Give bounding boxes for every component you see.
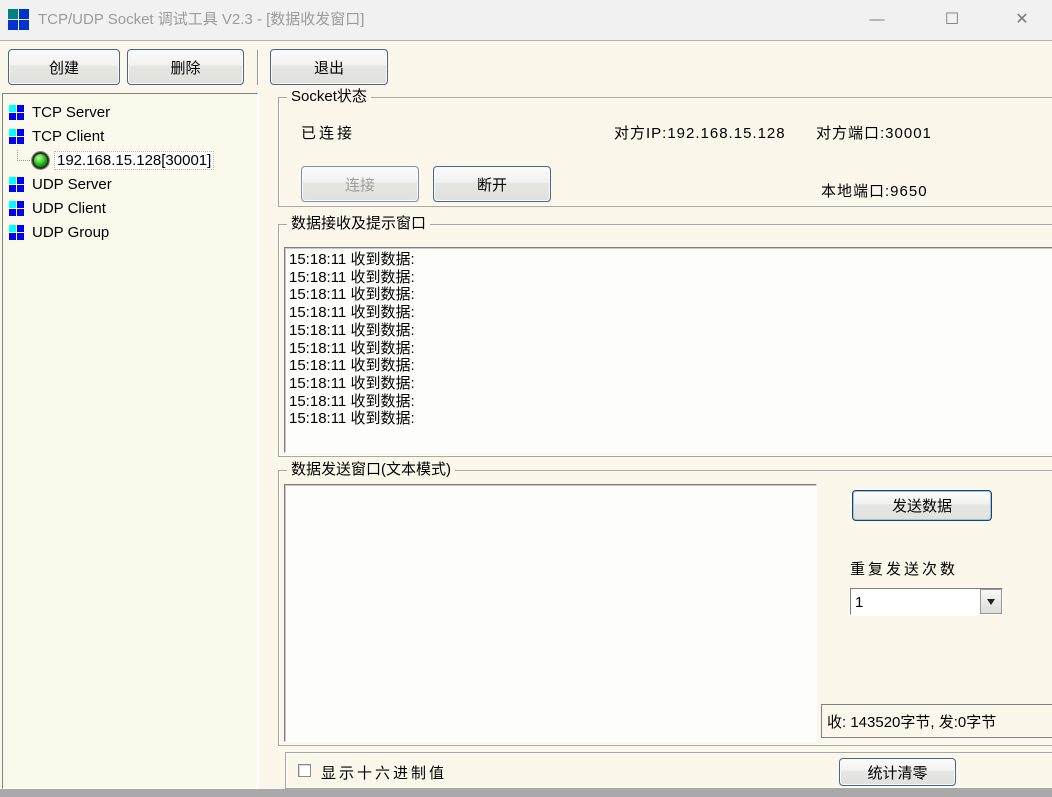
- icon-square: [17, 209, 24, 216]
- send-group-label: 数据发送窗口(文本模式): [287, 461, 455, 479]
- maximize-icon[interactable]: ☐: [929, 0, 975, 40]
- tree-item-label: TCP Server: [30, 104, 112, 121]
- icon-square: [17, 201, 24, 208]
- delete-button[interactable]: 删除: [127, 49, 244, 85]
- socket-status-group: Socket状态 已连接 对方IP:192.168.15.128 对方端口:30…: [278, 97, 1052, 207]
- exit-button[interactable]: 退出: [270, 49, 388, 85]
- close-icon[interactable]: ✕: [999, 0, 1045, 40]
- receive-group: 数据接收及提示窗口 15:18:11 收到数据:15:18:11 收到数据:15…: [278, 224, 1052, 457]
- remote-ip-text: 对方IP:192.168.15.128: [614, 122, 786, 143]
- disconnect-button[interactable]: 断开: [433, 166, 551, 202]
- app-icon-square: [8, 9, 18, 19]
- tree-item-udp-group[interactable]: UDP Group: [3, 221, 111, 243]
- toolbar-separator: [257, 50, 259, 85]
- socket-connected-icon: [32, 152, 49, 169]
- connect-button[interactable]: 连接: [301, 166, 419, 202]
- receive-line[interactable]: 15:18:11 收到数据:: [289, 393, 1052, 411]
- combo-dropdown-button[interactable]: [980, 589, 1002, 614]
- tree-item-label: UDP Server: [30, 176, 114, 193]
- bottom-bar: 显示十六进制值 统计清零: [285, 752, 1052, 789]
- tree-item-udp-server[interactable]: UDP Server: [3, 173, 114, 195]
- socket-status-group-label: Socket状态: [287, 88, 371, 106]
- socket-tree-panel[interactable]: TCP Server TCP Client 192.168.15.128[30001…: [2, 93, 258, 789]
- receive-line[interactable]: 15:18:11 收到数据:: [289, 269, 1052, 287]
- icon-square: [9, 129, 16, 136]
- receive-line[interactable]: 15:18:11 收到数据:: [289, 322, 1052, 340]
- icon-square: [9, 137, 16, 144]
- icon-square: [9, 209, 16, 216]
- icon-square: [9, 177, 16, 184]
- receive-listbox[interactable]: 15:18:11 收到数据:15:18:11 收到数据:15:18:11 收到数…: [284, 247, 1052, 453]
- receive-line[interactable]: 15:18:11 收到数据:: [289, 375, 1052, 393]
- receive-line[interactable]: 15:18:11 收到数据:: [289, 357, 1052, 375]
- icon-square: [17, 233, 24, 240]
- tree-item-tcp-client[interactable]: TCP Client: [3, 125, 106, 147]
- title-bar: TCP/UDP Socket 调试工具 V2.3 - [数据收发窗口] — ☐ …: [0, 0, 1052, 41]
- send-textarea[interactable]: [284, 484, 817, 742]
- minimize-icon[interactable]: —: [854, 0, 900, 40]
- icon-square: [9, 185, 16, 192]
- chevron-down-icon: [987, 599, 995, 605]
- receive-line[interactable]: 15:18:11 收到数据:: [289, 340, 1052, 358]
- create-button[interactable]: 创建: [8, 49, 120, 85]
- tree-item-udp-client[interactable]: UDP Client: [3, 197, 108, 219]
- app-squares-icon: [9, 105, 24, 120]
- app-icon-square: [19, 20, 29, 30]
- tree-item-connection[interactable]: 192.168.15.128[30001]: [3, 149, 213, 171]
- app-squares-icon: [9, 201, 24, 216]
- send-data-button[interactable]: 发送数据: [852, 490, 992, 521]
- app-icon-square: [19, 9, 29, 19]
- receive-line[interactable]: 15:18:11 收到数据:: [289, 286, 1052, 304]
- toolbar: 创建 删除 退出: [0, 41, 1052, 93]
- icon-square: [17, 137, 24, 144]
- app-squares-icon: [9, 225, 24, 240]
- app-icon-square: [8, 20, 18, 30]
- connection-status-text: 已连接: [301, 122, 355, 143]
- icon-square: [9, 105, 16, 112]
- receive-group-label: 数据接收及提示窗口: [287, 215, 430, 233]
- icon-square: [9, 201, 16, 208]
- app-squares-icon: [9, 177, 24, 192]
- remote-port-text: 对方端口:30001: [816, 122, 932, 143]
- byte-stats-text: 收: 143520字节, 发:0字节: [821, 704, 1052, 738]
- hex-checkbox[interactable]: [298, 764, 311, 777]
- tree-item-tcp-server[interactable]: TCP Server: [3, 101, 112, 123]
- tree-connector: [17, 150, 30, 161]
- icon-square: [9, 225, 16, 232]
- icon-square: [17, 177, 24, 184]
- app-icon: [8, 9, 29, 30]
- repeat-count-combobox[interactable]: [850, 588, 1003, 615]
- send-group: 数据发送窗口(文本模式) 发送数据 重复发送次数 收: 143520字节, 发:…: [278, 470, 1052, 746]
- panel-splitter[interactable]: [258, 93, 259, 789]
- icon-square: [17, 129, 24, 136]
- clear-stats-button[interactable]: 统计清零: [839, 758, 956, 786]
- tree-item-label: UDP Group: [30, 224, 111, 241]
- icon-square: [17, 225, 24, 232]
- repeat-count-input[interactable]: [851, 589, 980, 616]
- local-port-text: 本地端口:9650: [821, 180, 928, 201]
- icon-square: [17, 113, 24, 120]
- tree-item-label: 192.168.15.128[30001]: [55, 152, 213, 169]
- window-bottom-edge: [0, 789, 1052, 797]
- hex-checkbox-label: 显示十六进制值: [321, 762, 447, 783]
- receive-line[interactable]: 15:18:11 收到数据:: [289, 304, 1052, 322]
- tree-item-label: TCP Client: [30, 128, 106, 145]
- app-squares-icon: [9, 129, 24, 144]
- tree-item-label: UDP Client: [30, 200, 108, 217]
- repeat-count-label: 重复发送次数: [850, 558, 958, 579]
- icon-square: [17, 185, 24, 192]
- receive-line[interactable]: 15:18:11 收到数据:: [289, 251, 1052, 269]
- icon-square: [9, 233, 16, 240]
- icon-square: [9, 113, 16, 120]
- receive-line[interactable]: 15:18:11 收到数据:: [289, 410, 1052, 428]
- icon-square: [17, 105, 24, 112]
- window-title: TCP/UDP Socket 调试工具 V2.3 - [数据收发窗口]: [38, 0, 364, 40]
